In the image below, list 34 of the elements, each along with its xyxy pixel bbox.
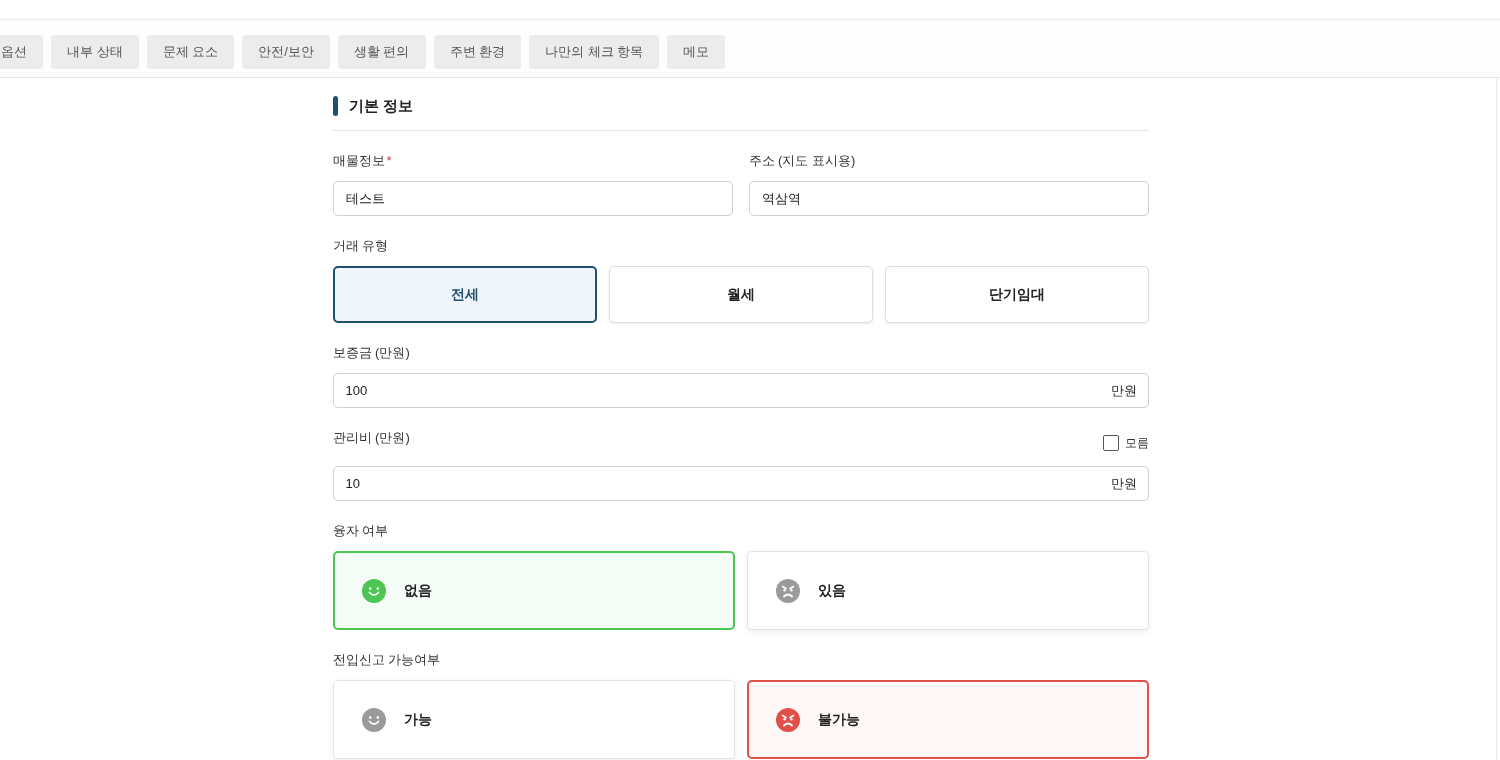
field-label: 주소 (지도 표시용)	[748, 152, 857, 170]
section-title: 기본 정보	[348, 96, 413, 116]
field-label: 매물정보*	[332, 152, 393, 170]
field-label: 융자 여부	[332, 522, 390, 540]
category-tab[interactable]: 생활 편의	[337, 35, 426, 69]
angry-face-icon	[775, 578, 800, 603]
smiley-face-icon	[361, 707, 386, 732]
field-label: 거래 유형	[332, 237, 390, 255]
smiley-face-icon	[361, 578, 386, 603]
unit-label: 만원	[1110, 475, 1137, 492]
field-label: 관리비 (만원)	[332, 429, 410, 447]
move-in-option-card[interactable]: 불가능	[746, 680, 1149, 759]
category-tab[interactable]: 안전/보안	[242, 35, 330, 69]
angry-face-icon	[775, 707, 800, 732]
unknown-checkbox[interactable]	[1102, 435, 1119, 451]
deal-type-option[interactable]: 월세	[608, 266, 873, 323]
loan-option-card[interactable]: 있음	[746, 551, 1149, 630]
move-in-option-card[interactable]: 가능	[332, 680, 735, 759]
field-label: 전입신고 가능여부	[332, 651, 442, 669]
category-tab[interactable]: 내부 상태	[51, 35, 139, 69]
loan-option-card[interactable]: 없음	[332, 551, 735, 630]
deal-type-option[interactable]: 전세	[332, 266, 597, 323]
property-info-input[interactable]: 테스트	[332, 181, 733, 216]
checkbox-label: 모름	[1124, 435, 1149, 451]
deal-type-option[interactable]: 단기임대	[884, 266, 1149, 323]
category-tab[interactable]: 나만의 체크 항목	[529, 35, 660, 69]
section-accent-bar	[332, 96, 338, 116]
field-label: 보증금 (만원)	[332, 344, 411, 362]
address-input[interactable]: 역삼역	[748, 181, 1149, 216]
category-tab[interactable]: 옵션	[0, 35, 43, 69]
category-tab[interactable]: 문제 요소	[146, 35, 235, 69]
unit-label: 만원	[1110, 382, 1137, 399]
category-tab[interactable]: 메모	[667, 35, 726, 69]
category-tab[interactable]: 주변 환경	[433, 35, 522, 69]
